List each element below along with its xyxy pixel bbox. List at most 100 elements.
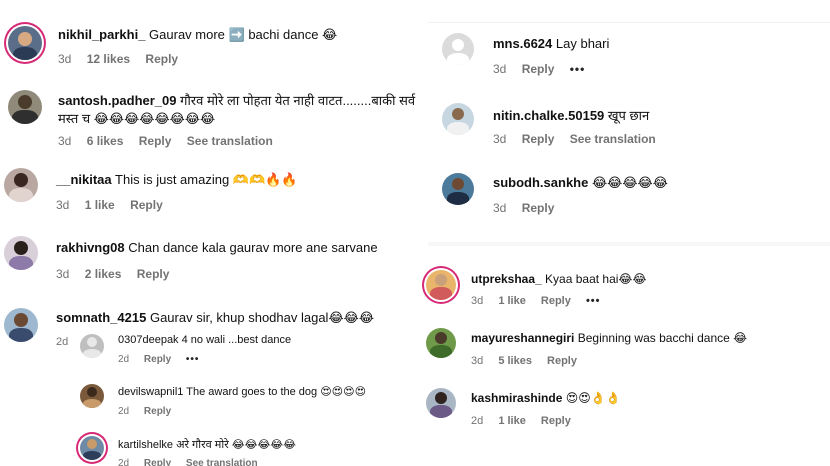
comment-time: 2d (471, 415, 484, 427)
comment-username[interactable]: __nikitaa (56, 172, 112, 187)
avatar[interactable] (442, 103, 474, 135)
reply-button[interactable]: Reply (541, 295, 571, 307)
reply-button[interactable]: Reply (547, 355, 577, 367)
comment-item: utprekshaa_ Kyaa baat hai😂😂 3d 1 like Re… (420, 260, 830, 316)
comment-text: Kyaa baat hai😂😂 (545, 272, 647, 286)
avatar[interactable] (8, 26, 42, 60)
comment-username[interactable]: mns.6624 (493, 36, 552, 51)
avatar[interactable] (426, 270, 456, 300)
comment-item: nikhil_parkhi_ Gaurav more ➡️ bachi danc… (0, 0, 420, 80)
left-comments-panel: nikhil_parkhi_ Gaurav more ➡️ bachi danc… (0, 0, 420, 466)
reply-time: 2d (118, 458, 130, 466)
see-translation-link[interactable]: See translation (187, 134, 273, 148)
reply-username[interactable]: devilswapnil1 (118, 386, 183, 398)
comment-item: rakhivng08 Chan dance kala gaurav more a… (0, 228, 420, 288)
reply-time: 2d (118, 354, 130, 365)
avatar[interactable] (4, 236, 38, 270)
likes-count[interactable]: 1 like (85, 198, 115, 212)
more-options-icon[interactable]: ••• (570, 62, 586, 76)
comment-username[interactable]: somnath_4215 (56, 310, 146, 325)
reply-item: 0307deepak 4 no wali ...best dance 2d Re… (70, 330, 420, 370)
comment-time: 3d (58, 134, 72, 148)
comment-time: 3d (493, 132, 507, 146)
comment-time: 2d (56, 336, 69, 348)
comment-username[interactable]: santosh.padher_09 (58, 93, 177, 108)
comment-username[interactable]: utprekshaa_ (471, 272, 542, 286)
reply-text: The award goes to the dog 😍😍😍😍 (186, 386, 367, 398)
more-options-icon[interactable]: ••• (186, 354, 200, 365)
reply-button[interactable]: Reply (130, 198, 163, 212)
comment-text: 😍😍👌👌 (565, 391, 621, 405)
see-translation-link[interactable]: See translation (570, 132, 656, 146)
comment-time: 3d (493, 201, 507, 215)
reply-item: devilswapnil1 The award goes to the dog … (70, 380, 420, 420)
reply-item: kartilshelke अरे गौरव मोरे 😂😂😂😂😂 2d Repl… (70, 432, 420, 466)
reply-text: अरे गौरव मोरे 😂😂😂😂😂 (176, 439, 297, 451)
comment-text: गौरव मोरे ला पोहता येत नाही वाटत........… (180, 93, 416, 108)
likes-count[interactable]: 2 likes (85, 267, 122, 281)
reply-button[interactable]: Reply (139, 134, 172, 148)
comment-time: 3d (471, 295, 484, 307)
comment-username[interactable]: mayureshannegiri (471, 331, 574, 345)
reply-button[interactable]: Reply (145, 52, 178, 66)
comment-username[interactable]: nitin.chalke.50159 (493, 108, 604, 123)
avatar[interactable] (426, 388, 456, 418)
likes-count[interactable]: 5 likes (498, 355, 532, 367)
reply-time: 2d (118, 406, 130, 417)
likes-count[interactable]: 12 likes (87, 52, 130, 66)
reply-button[interactable]: Reply (522, 132, 555, 146)
likes-count[interactable]: 1 like (498, 295, 526, 307)
reply-button[interactable]: Reply (541, 415, 571, 427)
likes-count[interactable]: 6 likes (87, 134, 124, 148)
reply-button[interactable]: Reply (144, 354, 171, 365)
comment-time: 3d (58, 52, 72, 66)
comment-text: Lay bhari (555, 36, 610, 51)
avatar[interactable] (80, 334, 104, 358)
comment-item: kashmirashinde 😍😍👌👌 2d 1 like Reply (420, 382, 830, 442)
comment-item: nitin.chalke.50159 खूप छान 3d Reply See … (428, 93, 830, 163)
comment-time: 3d (493, 62, 507, 76)
comment-username[interactable]: kashmirashinde (471, 391, 562, 405)
comment-time: 3d (471, 355, 484, 367)
comment-item: santosh.padher_09 गौरव मोरे ला पोहता येत… (0, 82, 420, 152)
avatar[interactable] (442, 173, 474, 205)
avatar[interactable] (426, 328, 456, 358)
avatar[interactable] (4, 308, 38, 342)
avatar[interactable] (4, 168, 38, 202)
more-options-icon[interactable]: ••• (586, 295, 601, 307)
reply-text: 4 no wali ...best dance (181, 334, 292, 346)
comment-text-continued: मस्त च 😂😂😂😂😂😂😂😂 (58, 111, 216, 126)
right-bottom-comments-panel: utprekshaa_ Kyaa baat hai😂😂 3d 1 like Re… (420, 260, 830, 466)
comment-text: 😂😂😂😂😂 (591, 175, 668, 190)
comment-item: __nikitaa This is just amazing 🫶🫶🔥🔥 3d 1… (0, 160, 420, 220)
comment-item: subodh.sankhe 😂😂😂😂😂 3d Reply (428, 163, 830, 233)
comment-username[interactable]: rakhivng08 (56, 240, 125, 255)
comment-text: Chan dance kala gaurav more ane sarvane (128, 240, 378, 255)
reply-username[interactable]: 0307deepak (118, 334, 179, 346)
comment-item: mayureshannegiri Beginning was bacchi da… (420, 322, 830, 378)
reply-username[interactable]: kartilshelke (118, 439, 173, 451)
comment-item: mns.6624 Lay bhari 3d Reply ••• (428, 23, 830, 93)
reply-button[interactable]: Reply (144, 406, 171, 417)
reply-button[interactable]: Reply (522, 62, 555, 76)
right-top-comments-panel: mns.6624 Lay bhari 3d Reply ••• nitin.ch… (428, 22, 830, 245)
comment-time: 3d (56, 198, 70, 212)
reply-button[interactable]: Reply (137, 267, 170, 281)
comment-username[interactable]: nikhil_parkhi_ (58, 27, 145, 42)
reply-button[interactable]: Reply (144, 458, 171, 466)
comment-time: 3d (56, 267, 70, 281)
comment-text: Beginning was bacchi dance 😂 (577, 331, 748, 345)
avatar[interactable] (442, 33, 474, 65)
panel-divider (428, 242, 830, 246)
see-translation-link[interactable]: See translation (186, 458, 258, 466)
comment-text: खूप छान (607, 108, 650, 123)
avatar[interactable] (80, 436, 104, 460)
comment-username[interactable]: subodh.sankhe (493, 175, 588, 190)
likes-count[interactable]: 1 like (498, 415, 526, 427)
reply-button[interactable]: Reply (522, 201, 555, 215)
comment-text: Gaurav sir, khup shodhav lagal😂😂😂 (149, 310, 375, 325)
avatar[interactable] (80, 384, 104, 408)
comment-text: This is just amazing 🫶🫶🔥🔥 (115, 172, 298, 187)
comment-text: Gaurav more ➡️ bachi dance 😂 (149, 27, 338, 42)
avatar[interactable] (8, 90, 42, 124)
